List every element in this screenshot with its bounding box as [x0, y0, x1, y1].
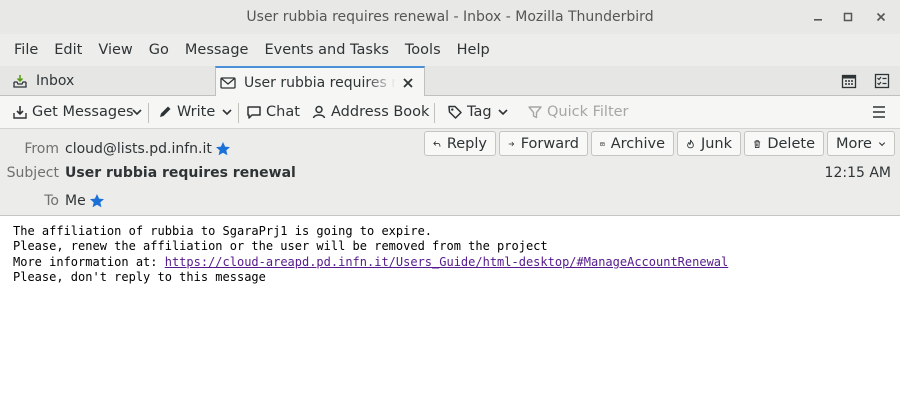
envelope-icon [220, 76, 238, 90]
window-title: User rubbia requires renewal - Inbox - M… [246, 9, 654, 25]
write-button[interactable]: Write [157, 98, 215, 126]
trash-icon [754, 139, 761, 148]
body-line-prefix: More information at: [13, 254, 165, 269]
menu-edit[interactable]: Edit [46, 42, 90, 58]
tag-button[interactable]: Tag [447, 98, 513, 126]
to-label: To [44, 193, 59, 209]
minimize-icon[interactable] [806, 0, 830, 34]
archive-icon [600, 141, 605, 146]
renewal-link[interactable]: https://cloud-areapd.pd.infn.it/Users_Gu… [165, 255, 729, 269]
from-address: cloud@lists.pd.infn.it [65, 141, 212, 157]
close-tab-icon[interactable] [402, 74, 414, 93]
write-label: Write [177, 104, 216, 120]
tab-message-label: User rubbia requires renewal [244, 74, 396, 91]
menu-help[interactable]: Help [449, 42, 498, 58]
write-dropdown-icon[interactable] [221, 98, 237, 126]
junk-fire-icon [687, 139, 694, 148]
menu-file[interactable]: File [6, 42, 46, 58]
calendar-icon[interactable] [838, 70, 860, 92]
forward-button[interactable]: Forward [499, 131, 588, 156]
tab-message[interactable]: User rubbia requires renewal [215, 66, 425, 97]
reply-button[interactable]: Reply [424, 131, 496, 156]
main-toolbar: Get Messages Write Chat Address Book Tag [0, 96, 900, 129]
get-messages-label: Get Messages [32, 104, 134, 120]
menu-tools[interactable]: Tools [397, 42, 449, 58]
toolbar-separator [148, 103, 149, 123]
address-book-button[interactable]: Address Book [311, 98, 429, 126]
menu-view[interactable]: View [90, 42, 140, 58]
maximize-icon[interactable] [836, 0, 860, 34]
delete-label: Delete [767, 135, 815, 152]
star-icon[interactable] [215, 141, 231, 157]
get-messages-icon [13, 106, 27, 119]
from-label: From [24, 141, 59, 157]
message-body: The affiliation of rubbia to SgaraPrj1 i… [13, 224, 728, 285]
more-label: More [836, 135, 872, 152]
body-line: Please, don't reply to this message [13, 269, 266, 284]
chat-button[interactable]: Chat [246, 98, 300, 126]
window-titlebar: User rubbia requires renewal - Inbox - M… [0, 0, 900, 34]
tab-inbox[interactable]: Inbox [8, 66, 208, 96]
filter-icon [528, 106, 542, 119]
star-icon[interactable] [89, 193, 105, 209]
close-window-icon[interactable] [869, 0, 893, 34]
tag-label: Tag [467, 104, 492, 120]
menu-message[interactable]: Message [177, 42, 257, 58]
get-messages-dropdown-icon[interactable] [131, 98, 147, 126]
delete-button[interactable]: Delete [744, 131, 824, 156]
to-value[interactable]: Me [65, 193, 105, 209]
toolbar-separator [434, 103, 435, 123]
chevron-down-icon [878, 141, 886, 146]
toolbar-separator [238, 103, 239, 123]
forward-icon [508, 141, 515, 146]
tag-dropdown-icon [497, 109, 508, 116]
get-messages-button[interactable]: Get Messages [12, 98, 134, 126]
junk-button[interactable]: Junk [677, 131, 741, 156]
body-line: Please, renew the affiliation or the use… [13, 239, 548, 254]
body-line: The affiliation of rubbia to SgaraPrj1 i… [13, 224, 433, 238]
message-date: 12:15 AM [824, 165, 891, 181]
contacts-icon [312, 105, 326, 119]
menu-events-and-tasks[interactable]: Events and Tasks [256, 42, 396, 58]
pencil-icon [160, 106, 171, 117]
junk-label: Junk [700, 135, 732, 152]
quick-filter-button[interactable]: Quick Filter [527, 98, 629, 126]
tag-icon [448, 105, 462, 119]
reply-label: Reply [446, 135, 487, 152]
archive-button[interactable]: Archive [591, 131, 674, 156]
tab-inbox-label: Inbox [36, 73, 75, 89]
quick-filter-label: Quick Filter [547, 104, 629, 120]
reply-icon [433, 140, 441, 147]
message-header: From cloud@lists.pd.infn.it Subject User… [0, 129, 900, 216]
subject-label: Subject [6, 165, 59, 181]
menu-bar: File Edit View Go Message Events and Tas… [0, 34, 900, 66]
chat-icon [247, 106, 261, 119]
tab-bar: Inbox User rubbia requires renewal [0, 66, 900, 97]
inbox-icon [12, 73, 30, 89]
hamburger-menu-icon[interactable] [871, 98, 891, 126]
to-recipient: Me [65, 193, 86, 209]
menu-go[interactable]: Go [141, 42, 177, 58]
forward-label: Forward [520, 135, 579, 152]
from-value[interactable]: cloud@lists.pd.infn.it [65, 141, 231, 157]
more-button[interactable]: More [827, 131, 895, 156]
archive-label: Archive [610, 135, 665, 152]
subject-value: User rubbia requires renewal [65, 165, 296, 181]
tasks-icon[interactable] [871, 70, 893, 92]
address-book-label: Address Book [331, 104, 430, 120]
chat-label: Chat [266, 104, 300, 120]
